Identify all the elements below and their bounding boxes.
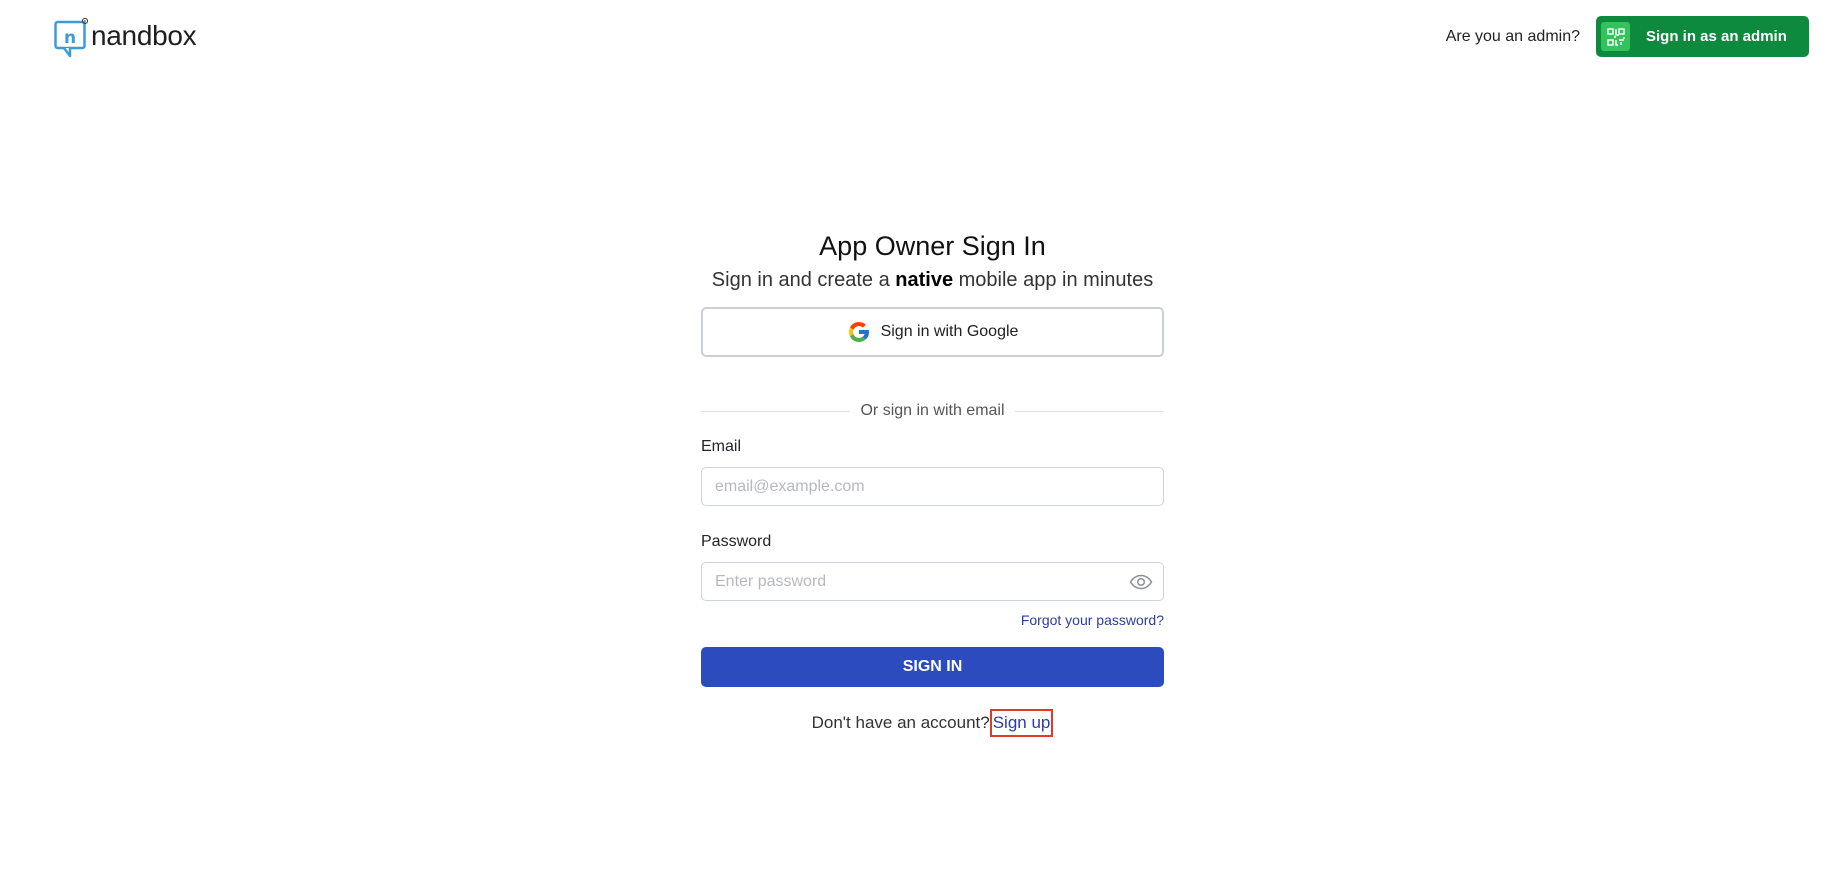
signup-row: Don't have an account? Sign up [701,709,1164,737]
svg-text:n: n [64,28,76,48]
divider-line-right [1014,410,1165,412]
no-account-text: Don't have an account? [811,713,990,732]
email-divider: Or sign in with email [701,401,1165,421]
sign-in-card: App Owner Sign In Sign in and create a n… [701,228,1165,737]
password-field[interactable] [701,562,1164,601]
google-button-label: Sign in with Google [880,323,1019,340]
password-label: Password [701,533,772,550]
password-wrapper [701,562,1164,601]
sign-in-button[interactable]: SIGN IN [701,647,1164,687]
subtitle-prefix: Sign in and create a [711,269,890,291]
google-sign-in-button[interactable]: Sign in with Google [701,307,1164,357]
page-title: App Owner Sign In [819,231,1046,261]
admin-button-label: Sign in as an admin [1646,28,1787,45]
logo-icon: n R [54,17,89,58]
admin-question: Are you an admin? [1445,27,1580,45]
nandbox-logo[interactable]: n R nandbox [54,17,197,58]
google-icon [847,320,871,344]
top-bar: n R nandbox Are you an admin? Sign in as… [0,0,1841,72]
sign-up-link[interactable]: Sign up [989,709,1054,737]
admin-area: Are you an admin? Sign in as an admin [1446,16,1809,57]
page-subtitle: Sign in and create a native mobile app i… [701,266,1164,294]
logo-text: nandbox [91,20,197,51]
sign-in-as-admin-button[interactable]: Sign in as an admin [1596,16,1809,57]
show-password-eye-icon[interactable] [1129,574,1153,590]
qr-code-icon [1601,22,1630,51]
divider-text: Or sign in with email [860,402,1005,419]
email-field[interactable] [701,467,1164,506]
divider-line-left [701,410,851,412]
email-label: Email [701,438,742,455]
forgot-password-link[interactable]: Forgot your password? [701,612,1164,628]
subtitle-suffix: mobile app in minutes [958,269,1154,291]
subtitle-emphasis: native [895,269,954,291]
